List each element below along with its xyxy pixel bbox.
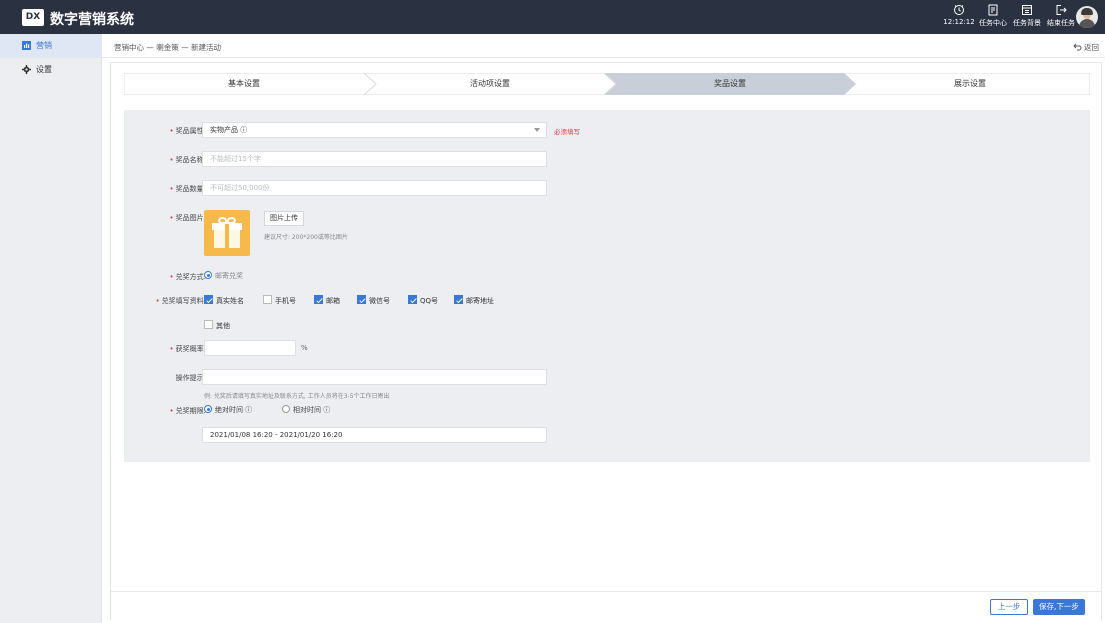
breadcrumb: 营销中心 — 喇金策 — 新建活动 bbox=[114, 43, 222, 52]
prize-name-input[interactable]: 不能超过15个字 bbox=[202, 151, 547, 167]
gift-image bbox=[204, 210, 250, 256]
task-background-label: 任务背景 bbox=[1013, 19, 1041, 27]
breadcrumb-bar: 营销中心 — 喇金策 — 新建活动 返回 bbox=[102, 34, 1105, 58]
checkbox-email[interactable]: 邮箱 bbox=[314, 295, 340, 306]
avatar[interactable] bbox=[1076, 6, 1098, 28]
step-activity-items[interactable]: 活动项设置 bbox=[370, 73, 610, 95]
checkbox-wechat[interactable]: 微信号 bbox=[357, 295, 390, 306]
sidebar-item-label: 设置 bbox=[36, 65, 52, 74]
save-next-button[interactable]: 保存,下一步 bbox=[1033, 599, 1085, 615]
op-tip-label: 操作提示: bbox=[175, 374, 206, 382]
task-center-icon bbox=[988, 4, 998, 16]
required-hint: 必须填写 bbox=[554, 128, 580, 136]
step-indicator: 基本设置 活动项设置 奖品设置 展示设置 bbox=[124, 73, 1090, 95]
back-label: 返回 bbox=[1084, 43, 1099, 52]
prize-image-label: • 奖品图片: bbox=[169, 214, 207, 222]
prize-attr-select[interactable]: 实物产品 ⓘ bbox=[202, 122, 547, 138]
end-task-label: 结束任务 bbox=[1047, 19, 1075, 27]
redeem-mail-radio[interactable]: 邮寄兑奖 bbox=[204, 271, 243, 281]
app-logo: DX bbox=[22, 9, 44, 26]
prize-qty-input[interactable]: 不可超过50,000份 bbox=[202, 180, 547, 196]
prize-form-panel: • 奖品属性: 实物产品 ⓘ 必须填写 • 奖品名称: 不能超过15个字 • 奖品数量… bbox=[124, 110, 1090, 462]
checkbox-mail-address[interactable]: 邮寄地址 bbox=[454, 295, 494, 306]
win-rate-label: • 获奖概率: bbox=[169, 345, 207, 353]
end-task-icon bbox=[1056, 5, 1067, 15]
redeem-method-label: • 兑奖方式: bbox=[169, 273, 207, 281]
main-content: 基本设置 活动项设置 奖品设置 展示设置 • 奖品属性: 实物产品 ⓘ 必须填写 … bbox=[110, 62, 1102, 620]
prize-attr-label: • 奖品属性: bbox=[169, 127, 207, 135]
marketing-icon bbox=[22, 41, 31, 50]
date-range-input[interactable]: 2021/01/08 16:20 - 2021/01/20 16:20 bbox=[202, 427, 547, 443]
chevron-down-icon bbox=[534, 128, 540, 132]
gear-icon bbox=[22, 65, 31, 74]
prize-qty-label: • 奖品数量: bbox=[169, 185, 207, 193]
step-basic[interactable]: 基本设置 bbox=[124, 73, 364, 95]
app-title: 数字营销系统 bbox=[50, 12, 134, 28]
relative-time-radio[interactable]: 相对时间 ⓘ bbox=[282, 405, 330, 415]
prize-attr-value: 实物产品 ⓘ bbox=[210, 126, 248, 134]
sidebar: 营销 设置 bbox=[0, 34, 102, 623]
op-tip-example: 例: 兑奖后请填写真实地址及联系方式, 工作人员将在3-5个工作日寄出 bbox=[204, 393, 390, 400]
sidebar-item-label: 营销 bbox=[36, 41, 52, 50]
redeem-period-label: • 兑奖期限: bbox=[169, 407, 207, 415]
checkbox-other[interactable]: 其他 bbox=[204, 320, 230, 331]
top-bar: DX 数字营销系统 12:12:12 任务中心 任务背景 结束任务 bbox=[0, 0, 1105, 34]
checkbox-real-name[interactable]: 真实姓名 bbox=[204, 295, 244, 306]
checkbox-qq[interactable]: QQ号 bbox=[408, 295, 438, 306]
image-size-hint: 建议尺寸: 200*200或等比图片 bbox=[264, 234, 348, 241]
prev-step-button[interactable]: 上一步 bbox=[990, 599, 1028, 615]
step-display[interactable]: 展示设置 bbox=[850, 73, 1090, 95]
end-task-button[interactable]: 结束任务 bbox=[1041, 4, 1081, 28]
redeem-mail-label: 邮寄兑奖 bbox=[215, 272, 243, 280]
step-prize[interactable]: 奖品设置 bbox=[610, 73, 850, 95]
absolute-time-radio[interactable]: 绝对时间 ⓘ bbox=[204, 405, 252, 415]
task-center-label: 任务中心 bbox=[979, 19, 1007, 27]
win-rate-input[interactable] bbox=[204, 340, 296, 356]
sidebar-item-settings[interactable]: 设置 bbox=[0, 58, 102, 82]
clock-time: 12:12:12 bbox=[943, 18, 975, 26]
fill-info-label: • 兑奖填写资料: bbox=[155, 297, 207, 305]
form-footer: 上一步 保存,下一步 bbox=[111, 591, 1101, 620]
upload-image-button[interactable]: 图片上传 bbox=[264, 211, 304, 226]
percent-unit: % bbox=[301, 344, 308, 352]
prize-name-label: • 奖品名称: bbox=[169, 156, 207, 164]
radio-dot bbox=[204, 271, 212, 279]
back-link[interactable]: 返回 bbox=[1073, 42, 1099, 53]
op-tip-input[interactable] bbox=[202, 369, 547, 385]
task-background-icon bbox=[1022, 5, 1032, 15]
clock-icon bbox=[954, 5, 964, 15]
checkbox-phone[interactable]: 手机号 bbox=[263, 295, 296, 306]
back-arrow-icon bbox=[1073, 43, 1082, 51]
sidebar-item-marketing[interactable]: 营销 bbox=[0, 34, 102, 58]
